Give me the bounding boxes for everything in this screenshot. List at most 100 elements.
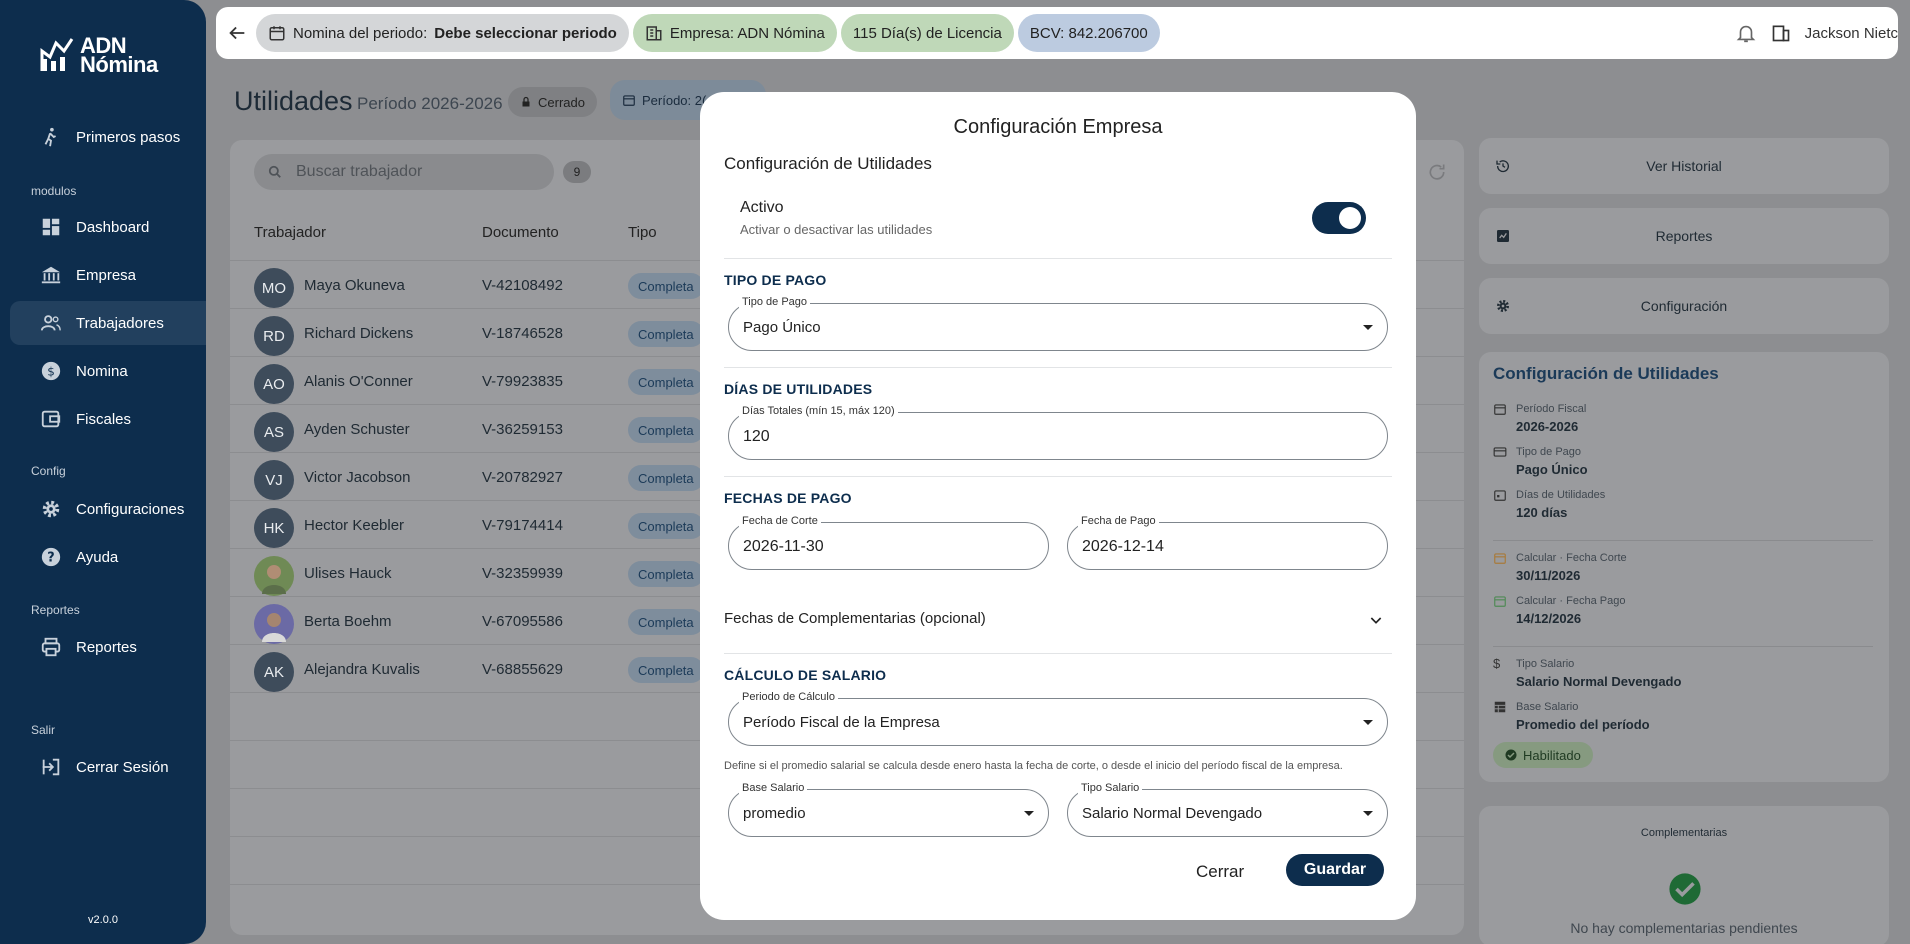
divider (724, 258, 1392, 259)
info-label: Días de Utilidades (1516, 489, 1606, 501)
configuracion-label: Configuración (1640, 298, 1728, 314)
fecha-pago-input[interactable]: Fecha de Pago 2026-12-14 (1067, 515, 1388, 570)
field-value: promedio (743, 805, 806, 822)
field-value: 120 (743, 428, 770, 445)
caret-down-icon (1024, 811, 1034, 816)
ver-historial-button[interactable]: Ver Historial (1479, 138, 1889, 194)
chevron-down-icon (1370, 617, 1382, 624)
page-subtitle: Período 2026-2026 (357, 94, 503, 113)
brand-line2: Nómina (80, 52, 158, 77)
search-placeholder: Buscar trabajador (296, 163, 423, 180)
sidebar-item-cerrar-sesion[interactable]: Cerrar Sesión (10, 745, 206, 789)
topbar-right: Jackson Nietc (1735, 7, 1898, 59)
field-label: Tipo Salario (1078, 782, 1143, 794)
sidebar-item-empresa[interactable]: Empresa (10, 253, 206, 297)
avatar-photo (254, 604, 294, 644)
close-button[interactable]: Cerrar (1196, 862, 1244, 882)
worker-document: V-18746528 (482, 325, 563, 342)
activo-toggle[interactable] (1312, 202, 1366, 234)
search-input[interactable]: Buscar trabajador (254, 154, 554, 190)
worker-type-badge: Completa (628, 417, 704, 443)
divider (724, 653, 1392, 654)
logout-icon (42, 758, 60, 776)
complementarias-title: Complementarias (1640, 827, 1728, 839)
bell-icon[interactable] (1735, 22, 1757, 44)
sidebar-item-nomina[interactable]: $ Nomina (10, 349, 206, 393)
help-icon: ? (41, 547, 61, 567)
sidebar-item-label: Primeros pasos (76, 128, 181, 146)
app-logo: ADN Nómina (40, 35, 158, 77)
avatar: MO (254, 268, 294, 308)
avatar: RD (254, 316, 294, 356)
tipo-salario-select[interactable]: Tipo Salario Salario Normal Devengado (1067, 782, 1388, 837)
sidebar-item-label: Dashboard (76, 218, 150, 236)
tipo-pago-select[interactable]: Tipo de Pago Pago Único (728, 296, 1388, 351)
lock-icon (522, 96, 530, 107)
periodo-chip[interactable]: Nomina del periodo: Debe seleccionar peri… (256, 14, 629, 52)
avatar: AS (254, 412, 294, 452)
sidebar-item-reportes[interactable]: Reportes (10, 625, 206, 669)
search-icon (268, 165, 281, 178)
app-version: v2.0.0 (88, 914, 118, 926)
top-bar: Nomina del periodo: Debe seleccionar peri… (216, 7, 1898, 59)
header-tipo: Tipo (628, 224, 657, 241)
calendar-day-icon (1494, 490, 1506, 501)
refresh-icon[interactable] (1427, 162, 1447, 182)
worker-document: V-68855629 (482, 661, 563, 678)
periodo-tag-text: Período: 2( (642, 92, 707, 108)
reportes-button[interactable]: Reportes (1479, 208, 1889, 264)
worker-document: V-79923835 (482, 373, 563, 390)
worker-type-badge: Completa (628, 561, 704, 587)
worker-count-badge: 9 (563, 161, 591, 183)
sidebar-item-configuraciones[interactable]: Configuraciones (10, 487, 206, 531)
periodo-label: Nomina del periodo: (293, 24, 428, 42)
sidebar-item-trabajadores[interactable]: Trabajadores (10, 301, 206, 345)
fechas-heading: FECHAS DE PAGO (724, 490, 852, 506)
sidebar-item-primeros-pasos[interactable]: Primeros pasos (10, 115, 206, 159)
dias-heading: DÍAS DE UTILIDADES (724, 381, 873, 397)
accordion-label: Fechas de Complementarias (opcional) (724, 610, 986, 627)
info-value: 2026-2026 (1516, 419, 1579, 434)
caret-down-icon (1363, 811, 1373, 816)
base-salario-select[interactable]: Base Salario promedio (728, 782, 1049, 837)
fecha-corte-input[interactable]: Fecha de Corte 2026-11-30 (728, 515, 1049, 570)
field-label: Fecha de Corte (739, 515, 821, 527)
info-value: Pago Único (1516, 462, 1588, 477)
money-icon: $ (41, 361, 61, 381)
info-label: Calcular · Fecha Corte (1516, 552, 1627, 564)
dialog-title: Configuración Empresa (953, 116, 1163, 138)
dias-totales-input[interactable]: Días Totales (mín 15, máx 120) 120 (728, 405, 1388, 460)
building-icon (646, 26, 662, 41)
header-documento: Documento (482, 224, 559, 241)
save-button[interactable]: Guardar (1286, 854, 1384, 886)
empresa-chip[interactable]: Empresa: ADN Nómina (632, 14, 837, 52)
walking-person-icon (44, 127, 56, 147)
dashboard-icon (42, 218, 60, 236)
worker-type-badge: Completa (628, 273, 704, 299)
section-title: Configuración de Utilidades (724, 154, 932, 173)
calendar-icon (1494, 404, 1506, 415)
field-label: Periodo de Cálculo (739, 691, 838, 703)
calendar-icon (623, 95, 635, 106)
worker-name: Ayden Schuster (304, 421, 410, 438)
sidebar-item-ayuda[interactable]: ? Ayuda (10, 535, 206, 579)
complementarias-accordion[interactable]: Fechas de Complementarias (opcional) (724, 610, 1392, 640)
user-name[interactable]: Jackson Nietc (1805, 25, 1898, 42)
back-arrow-icon[interactable] (226, 22, 248, 44)
avatar: AK (254, 652, 294, 692)
divider (724, 476, 1392, 477)
sidebar-item-label: Empresa (76, 266, 137, 284)
periodo-calculo-select[interactable]: Periodo de Cálculo Período Fiscal de la … (728, 691, 1388, 746)
worker-document: V-36259153 (482, 421, 563, 438)
people-icon (40, 315, 61, 331)
tipo-pago-heading: TIPO DE PAGO (724, 272, 827, 288)
dollar-icon: $ (1493, 656, 1501, 671)
configuracion-button[interactable]: Configuración (1479, 278, 1889, 334)
svg-text:$: $ (47, 365, 55, 379)
avatar-photo (254, 556, 294, 596)
calendar-green-icon (1494, 596, 1506, 607)
licencia-text: 115 Día(s) de Licencia (852, 24, 1002, 42)
sidebar-item-fiscales[interactable]: Fiscales (10, 397, 206, 441)
sidebar-item-dashboard[interactable]: Dashboard (10, 205, 206, 249)
sidebar-item-label: Reportes (76, 638, 137, 656)
